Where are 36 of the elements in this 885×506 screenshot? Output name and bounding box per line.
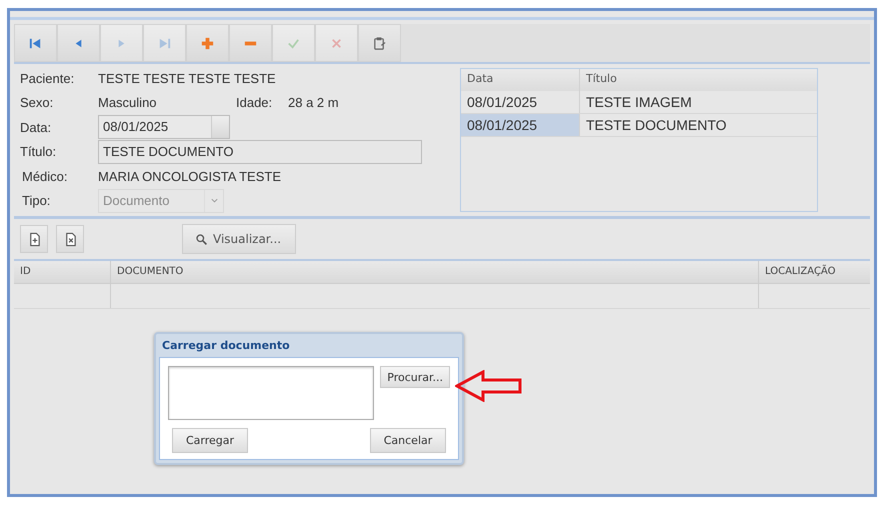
title-field[interactable]: TESTE DOCUMENTO <box>98 140 422 164</box>
field-value: 28 a 2 m <box>288 95 339 110</box>
toolbar-button[interactable] <box>229 24 272 62</box>
field-label: Idade: <box>236 95 274 110</box>
cancel-button[interactable]: Cancelar <box>370 428 446 453</box>
field-label: Data: <box>20 120 52 135</box>
column-header[interactable]: Título <box>580 69 817 91</box>
field-value: TESTE TESTE TESTE TESTE <box>98 70 276 86</box>
field-value: MARIA ONCOLOGISTA TESTE <box>98 168 282 184</box>
date-field[interactable]: 08/01/2025 <box>98 115 230 140</box>
column-header[interactable]: LOCALIZAÇÃO <box>759 261 870 283</box>
table-cell[interactable]: TESTE DOCUMENTO <box>580 114 817 136</box>
file-field[interactable] <box>168 366 374 420</box>
toolbar-button[interactable] <box>14 24 57 62</box>
upload-button[interactable]: Carregar <box>172 428 248 453</box>
search-icon <box>195 232 208 246</box>
arrow-annotation <box>455 370 522 402</box>
toolbar-button[interactable] <box>186 24 229 62</box>
table-cell[interactable]: 08/01/2025 <box>461 114 580 136</box>
field-value: Masculino <box>98 95 158 110</box>
field-label: Médico: <box>21 168 69 184</box>
field-label: Tipo: <box>21 193 52 208</box>
table-cell[interactable]: TESTE IMAGEM <box>580 91 817 113</box>
field-label: Paciente: <box>20 70 76 86</box>
field-label: Título: <box>20 144 58 160</box>
browse-button[interactable]: Procurar... <box>380 366 450 388</box>
toolbar-button[interactable] <box>358 24 401 62</box>
column-header[interactable]: Data <box>461 69 580 91</box>
icon-button[interactable] <box>56 225 84 253</box>
column-header[interactable]: ID <box>14 261 111 283</box>
dialog-title: Carregar documento <box>161 338 291 354</box>
icon-button[interactable] <box>20 225 48 253</box>
preview-button[interactable]: Visualizar... <box>182 224 296 254</box>
column-header[interactable]: DOCUMENTO <box>111 261 759 283</box>
field-label: Sexo: <box>20 95 54 110</box>
table-cell[interactable]: 08/01/2025 <box>461 91 580 113</box>
